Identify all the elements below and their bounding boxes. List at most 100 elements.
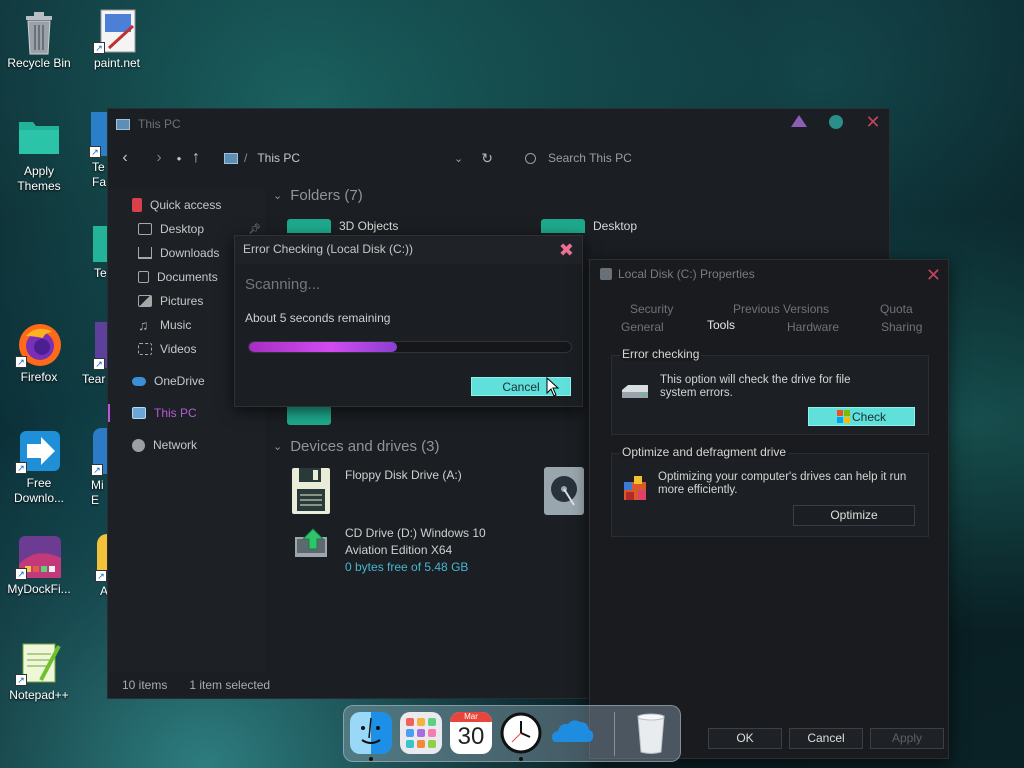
desktop-icon-notepadpp[interactable]: ↗ Notepad++ xyxy=(1,640,77,703)
running-indicator xyxy=(369,757,373,761)
minimize-button[interactable] xyxy=(791,115,807,127)
desktop-icon-label: Te Fa xyxy=(92,160,107,189)
tab-general[interactable]: General xyxy=(621,320,664,334)
download-icon xyxy=(138,247,152,259)
desktop-icon-label: Notepad++ xyxy=(9,688,69,702)
maximize-button[interactable] xyxy=(829,115,843,129)
recycle-bin-icon xyxy=(17,8,61,55)
group-description: system errors. xyxy=(660,387,733,399)
trash-icon[interactable] xyxy=(630,712,672,754)
breadcrumb[interactable]: / This PC xyxy=(224,151,474,165)
desktop-icon-a[interactable]: ↗ A xyxy=(79,534,109,599)
desktop-icon-paintnet[interactable]: ↗ paint.net xyxy=(79,8,155,71)
search-icon xyxy=(524,152,536,164)
close-button[interactable]: ✕ xyxy=(926,265,941,286)
desktop-icon-tear[interactable]: ↗ Tear xyxy=(79,322,109,387)
calendar-month: Mar xyxy=(450,712,492,722)
status-item-count: 10 items xyxy=(122,678,168,692)
desktop-icon-te[interactable]: Te xyxy=(79,226,109,281)
notepadpp-icon: ↗ xyxy=(15,640,61,686)
folder-icon xyxy=(541,219,585,233)
drive-item-cd[interactable]: CD Drive (D:) Windows 10 Aviation Editio… xyxy=(291,525,486,576)
finder-icon[interactable] xyxy=(350,712,392,754)
launchpad-icon[interactable] xyxy=(400,712,442,754)
desktop-icon-label: paint.net xyxy=(93,56,141,70)
chevron-down-icon[interactable]: ⌄ xyxy=(454,152,463,165)
sidebar-item-label: Network xyxy=(153,438,198,452)
desktop-icon-label: Tear xyxy=(82,372,106,386)
desktop-icon-label: Free Downlo... xyxy=(13,476,65,505)
desktop-icon-label: Te xyxy=(94,266,107,280)
sidebar-item-label: OneDrive xyxy=(154,374,205,388)
tab-quota[interactable]: Quota xyxy=(880,302,913,316)
shield-icon xyxy=(836,410,850,423)
dialog-body: Scanning... About 5 seconds remaining Ca… xyxy=(235,264,582,406)
folder-label: Desktop xyxy=(593,219,638,233)
desktop-icon-free-download[interactable]: ↗ Free Downlo... xyxy=(1,428,77,506)
apply-button[interactable]: Apply xyxy=(870,728,944,749)
error-checking-dialog: Error Checking (Local Disk (C:)) ✖ Scann… xyxy=(234,235,583,407)
group-title: Devices and drives (3) xyxy=(290,438,440,455)
folder-item-desktop[interactable]: Desktop xyxy=(541,219,637,233)
time-remaining: About 5 seconds remaining xyxy=(245,311,391,325)
drive-free-space: 0 bytes free of 5.48 GB xyxy=(345,560,469,574)
folders-group-header[interactable]: ⌄ Folders (7) xyxy=(273,187,363,204)
hard-disk-icon[interactable] xyxy=(544,467,584,515)
drive-name: Floppy Disk Drive (A:) xyxy=(345,468,462,482)
refresh-icon[interactable]: ↻ xyxy=(481,150,493,167)
sidebar-item-quick-access[interactable]: Quick access xyxy=(108,193,265,217)
group-title: Folders (7) xyxy=(290,187,363,204)
up-button[interactable]: ↑ xyxy=(186,149,206,167)
path-separator: / xyxy=(244,151,248,165)
cloud-icon xyxy=(132,376,146,386)
dialog-titlebar[interactable]: Error Checking (Local Disk (C:)) xyxy=(235,236,582,262)
devices-group-header[interactable]: ⌄ Devices and drives (3) xyxy=(273,438,439,455)
sidebar-item-label: Documents xyxy=(157,270,218,284)
music-icon: ♫ xyxy=(138,317,149,333)
tab-tools[interactable]: Tools xyxy=(707,318,735,332)
sidebar-item-label: Quick access xyxy=(150,198,222,212)
desktop-icon-mydockfinder[interactable]: ↗ MyDockFi... xyxy=(1,534,77,597)
address-bar: ‹ › ● ↑ / This PC ⌄ ↻ Search This PC xyxy=(108,143,889,173)
desktop-icon-apply-themes[interactable]: Apply Themes xyxy=(1,116,77,194)
desktop-icon-label: Firefox xyxy=(20,370,58,384)
tab-previous-versions[interactable]: Previous Versions xyxy=(733,302,829,316)
tab-sharing[interactable]: Sharing xyxy=(881,320,922,334)
paintnet-icon: ↗ xyxy=(93,8,139,54)
pin-icon[interactable]: 📌︎ xyxy=(248,224,261,235)
explorer-titlebar[interactable]: This PC xyxy=(108,109,889,139)
desktop-icon-te-fa[interactable]: ↗ Te Fa xyxy=(79,112,109,190)
cancel-button[interactable]: Cancel xyxy=(789,728,863,749)
dialog-title: Error Checking (Local Disk (C:)) xyxy=(243,242,414,256)
group-description: Optimizing your computer's drives can he… xyxy=(658,471,907,483)
desktop-icon-mi-e[interactable]: ↗ Mi E xyxy=(79,428,109,508)
status-selected: 1 item selected xyxy=(189,678,271,692)
desktop-icon-firefox[interactable]: ↗ Firefox xyxy=(1,322,77,385)
search-box[interactable]: Search This PC xyxy=(524,151,632,165)
desktop-icon-recycle-bin[interactable]: Recycle Bin xyxy=(1,8,77,71)
close-button[interactable]: ✕ xyxy=(865,113,881,131)
drive-item-floppy[interactable]: Floppy Disk Drive (A:) xyxy=(291,467,462,515)
forward-button[interactable]: › xyxy=(146,149,172,167)
tab-security[interactable]: Security xyxy=(630,302,673,316)
clock-icon[interactable] xyxy=(500,712,542,754)
check-button[interactable]: Check xyxy=(808,407,915,426)
ok-button[interactable]: OK xyxy=(708,728,782,749)
quick-access-icon xyxy=(132,198,142,212)
calendar-icon[interactable]: Mar 30 xyxy=(450,712,492,754)
close-button[interactable]: ✖ xyxy=(559,240,574,261)
optimize-button[interactable]: Optimize xyxy=(793,505,915,526)
drive-name: Aviation Edition X64 xyxy=(345,543,453,557)
folder-item-3d-objects[interactable]: 3D Objects xyxy=(287,219,398,233)
tab-hardware[interactable]: Hardware xyxy=(787,320,839,334)
back-button[interactable]: ‹ xyxy=(112,149,138,167)
breadcrumb-this-pc[interactable]: This PC xyxy=(257,151,300,165)
properties-titlebar[interactable]: Local Disk (C:) Properties xyxy=(590,260,948,288)
folder-icon xyxy=(287,219,331,233)
sidebar-item-network[interactable]: Network xyxy=(108,433,265,457)
progress-fill xyxy=(249,342,398,352)
onedrive-icon[interactable] xyxy=(550,712,594,754)
recent-dot-icon[interactable]: ● xyxy=(172,154,186,163)
folder-icon[interactable] xyxy=(287,407,331,425)
sidebar-item-label: This PC xyxy=(154,406,197,420)
